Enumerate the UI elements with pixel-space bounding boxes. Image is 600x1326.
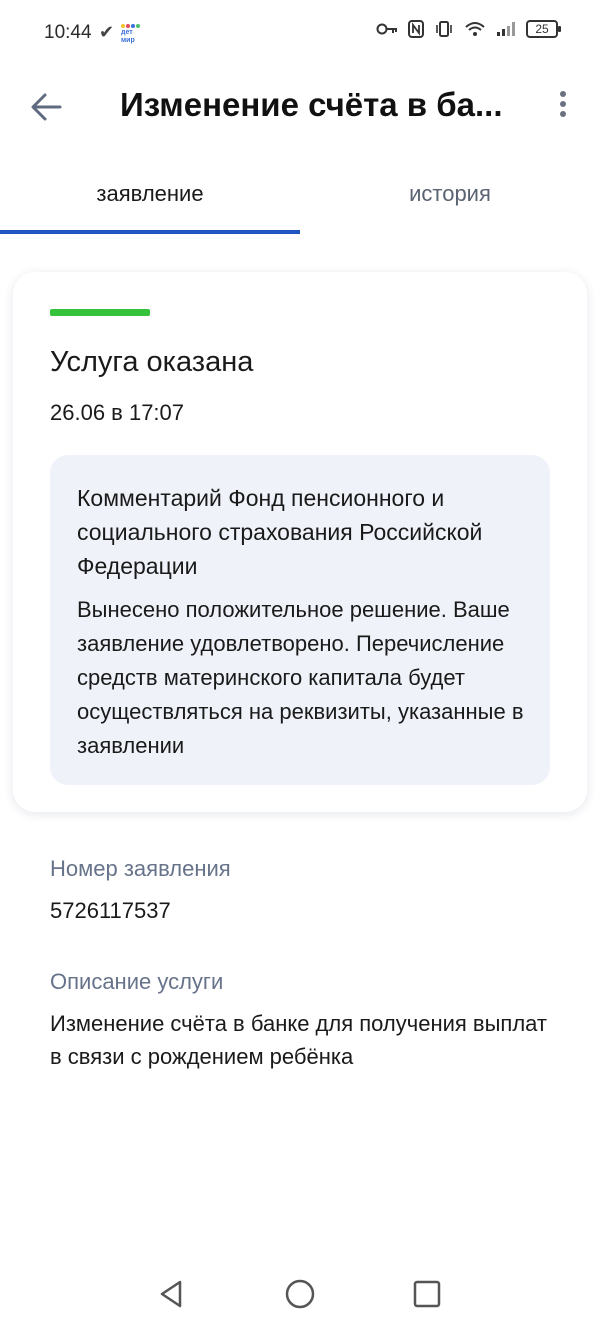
vibrate-icon xyxy=(436,21,452,37)
comment-title: Комментарий Фонд пенсионного и социально… xyxy=(77,485,483,579)
nav-home-button[interactable] xyxy=(280,1274,320,1314)
key-icon xyxy=(376,23,397,35)
system-nav-bar xyxy=(0,1260,600,1326)
application-number-value: 5726117537 xyxy=(50,898,171,923)
application-number-label: Номер заявления xyxy=(50,856,231,881)
status-icons: 25 xyxy=(376,20,561,38)
app-badge-text: дет мир xyxy=(121,29,135,44)
nav-back-button[interactable] xyxy=(152,1274,192,1314)
page-title: Изменение счёта в ба... xyxy=(120,86,503,123)
tab-application[interactable]: заявление xyxy=(0,158,300,234)
nfc-icon xyxy=(408,20,424,38)
arrow-left-icon xyxy=(31,93,62,121)
service-description-label: Описание услуги xyxy=(50,969,224,994)
status-card: Услуга оказана 26.06 в 17:07 Комментарий… xyxy=(13,272,587,812)
service-description-value: Изменение счёта в банке для получения вы… xyxy=(50,1011,547,1069)
battery-icon: 25 xyxy=(526,20,561,38)
status-indicator-bar xyxy=(50,309,150,316)
comment-box: Комментарий Фонд пенсионного и социально… xyxy=(50,455,550,785)
active-tab-indicator xyxy=(0,230,300,234)
more-menu-button[interactable] xyxy=(550,88,576,128)
tab-bar: заявление история xyxy=(0,158,600,234)
triangle-back-icon xyxy=(160,1280,182,1308)
back-button[interactable] xyxy=(26,86,68,128)
tab-history[interactable]: история xyxy=(300,158,600,234)
circle-home-icon xyxy=(285,1279,315,1309)
more-dot xyxy=(560,111,566,117)
status-time: 10:44 xyxy=(44,22,92,43)
detmir-app-icon: дет мир xyxy=(121,24,141,44)
signal-icon xyxy=(497,22,515,36)
square-recents-icon xyxy=(413,1280,441,1308)
app-header: Изменение счёта в ба... xyxy=(0,68,600,148)
more-dot xyxy=(560,101,566,107)
wifi-icon xyxy=(465,22,485,36)
status-date: 26.06 в 17:07 xyxy=(50,400,185,425)
nav-recents-button[interactable] xyxy=(407,1274,447,1314)
status-title: Услуга оказана xyxy=(50,346,254,378)
status-bar: 10:44 ✔ дет мир 25 xyxy=(0,0,600,68)
check-icon: ✔ xyxy=(99,22,115,42)
comment-text: Вынесено положительное решение. Ваше зая… xyxy=(77,597,524,758)
more-dot xyxy=(560,91,566,97)
